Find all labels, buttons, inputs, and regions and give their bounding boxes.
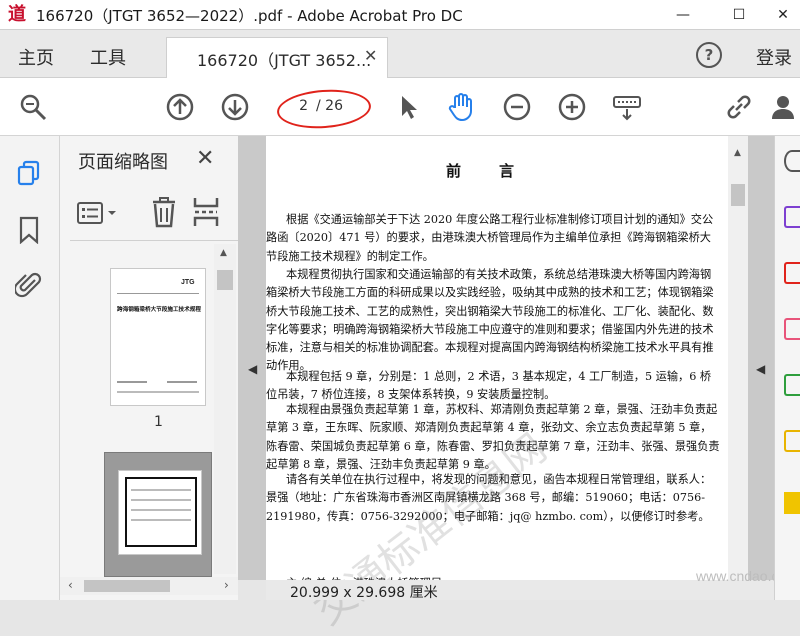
toolbar xyxy=(0,78,800,136)
attachment-icon[interactable] xyxy=(15,270,43,300)
search-tool-icon[interactable] xyxy=(784,150,800,172)
menu-home[interactable]: 主页 xyxy=(18,44,54,70)
collapse-right-panel-icon[interactable]: ◀ xyxy=(756,362,765,376)
create-pdf-icon[interactable] xyxy=(784,262,800,284)
export-pdf-icon[interactable] xyxy=(784,206,800,228)
thumbnail-line xyxy=(117,381,147,383)
thumbnail-options-icon[interactable] xyxy=(76,198,120,228)
document-tab[interactable]: 166720（JTGT 3652... ✕ xyxy=(166,37,388,78)
scroll-right-icon[interactable]: › xyxy=(224,578,229,592)
share-link-icon[interactable] xyxy=(724,92,754,122)
thumbnails-horizontal-scrollbar[interactable]: ‹ › xyxy=(60,577,238,595)
document-tab-label: 166720（JTGT 3652... xyxy=(197,51,372,70)
app-logo-icon: 道 xyxy=(8,4,26,25)
window-title: 166720（JTGT 3652—2022）.pdf - Adobe Acrob… xyxy=(36,7,463,25)
zoom-out-icon[interactable] xyxy=(502,92,532,122)
page-size-readout: 20.999 x 29.698 厘米 xyxy=(290,585,438,601)
search-icon[interactable] xyxy=(18,92,48,122)
close-panel-icon[interactable]: ✕ xyxy=(196,146,214,171)
menu-tools[interactable]: 工具 xyxy=(90,44,126,70)
insert-page-icon[interactable] xyxy=(192,196,220,228)
delete-page-icon[interactable] xyxy=(150,196,178,228)
thumbnail-heading: 跨海钢箱梁桥大节段施工技术规程 xyxy=(117,307,201,313)
thumbnail-line xyxy=(167,381,197,383)
thumbnail-line xyxy=(131,519,191,521)
page-thumbnail-2[interactable] xyxy=(118,470,202,555)
document-vertical-scrollbar[interactable]: ▲ xyxy=(728,136,748,580)
page-thumbnails-icon[interactable] xyxy=(16,160,42,186)
document-paragraph: 本规程由景强负责起草第 1 章，苏权科、郑清刚负责起草第 2 章，景强、汪劲丰负… xyxy=(266,403,720,471)
scroll-up-icon[interactable]: ▲ xyxy=(220,248,227,258)
page-thumbnail-1[interactable]: JTG 跨海钢箱梁桥大节段施工技术规程 xyxy=(110,268,206,406)
panel-divider xyxy=(70,240,238,241)
thumbnail-line xyxy=(131,509,191,511)
thumbnail-rule xyxy=(117,293,199,294)
thumbnail-line xyxy=(131,499,191,501)
close-tab-icon[interactable]: ✕ xyxy=(364,46,377,65)
document-paragraph: 本规程贯彻执行国家和交通运输部的有关技术政策，系统总结港珠澳大桥等国内跨海钢箱梁… xyxy=(266,268,714,373)
thumbnail-line xyxy=(117,391,199,393)
thumbnail-view-box xyxy=(125,477,197,547)
maximize-button[interactable]: ☐ xyxy=(716,0,762,30)
thumbnail-line xyxy=(131,489,191,491)
thumbnail-page-number: 1 xyxy=(154,414,163,430)
previous-page-icon[interactable] xyxy=(165,92,195,122)
thumbnails-vertical-scrollbar[interactable]: ▲ xyxy=(214,244,236,574)
scroll-up-icon[interactable]: ▲ xyxy=(734,148,741,158)
panel-title: 页面缩略图 xyxy=(78,152,168,173)
edit-pdf-icon[interactable] xyxy=(784,318,800,340)
scrollbar-thumb[interactable] xyxy=(84,580,170,592)
thumbnail-jtg-badge: JTG xyxy=(181,279,195,286)
scrollbar-thumb[interactable] xyxy=(731,184,745,206)
document-paragraph: 本规程包括 9 章，分别是：1 总则，2 术语，3 基本规定，4 工厂制造，5 … xyxy=(266,370,712,402)
close-window-button[interactable]: ✕ xyxy=(760,0,800,30)
zoom-in-icon[interactable] xyxy=(557,92,587,122)
collapse-left-panel-icon[interactable]: ◀ xyxy=(248,362,257,376)
organize-pages-icon[interactable] xyxy=(784,374,800,396)
scroll-left-icon[interactable]: ‹ xyxy=(68,578,73,592)
select-cursor-icon[interactable] xyxy=(394,92,424,122)
document-heading: 前言 xyxy=(446,162,553,180)
scrollbar-thumb[interactable] xyxy=(217,270,233,290)
left-navigation-rail xyxy=(0,136,60,600)
hand-tool-icon[interactable] xyxy=(446,92,476,122)
title-bar: 道 166720（JTGT 3652—2022）.pdf - Adobe Acr… xyxy=(0,0,800,30)
document-paragraph: 请各有关单位在执行过程中，将发现的问题和意见，函告本规程日常管理组，联系人：景强… xyxy=(266,473,712,523)
comment-icon[interactable] xyxy=(784,430,800,452)
next-page-icon[interactable] xyxy=(220,92,250,122)
document-paragraph: 根据《交通运输部关于下达 2020 年度公路工程行业标准制修订项目计划的通知》交… xyxy=(266,213,714,263)
fill-sign-icon[interactable] xyxy=(784,492,800,514)
login-button[interactable]: 登录 xyxy=(756,44,792,70)
keyboard-scroll-icon[interactable] xyxy=(612,92,642,122)
bookmark-icon[interactable] xyxy=(18,216,40,244)
help-icon[interactable]: ? xyxy=(696,42,722,68)
minimize-button[interactable]: — xyxy=(660,0,706,30)
user-account-icon[interactable] xyxy=(770,92,800,122)
